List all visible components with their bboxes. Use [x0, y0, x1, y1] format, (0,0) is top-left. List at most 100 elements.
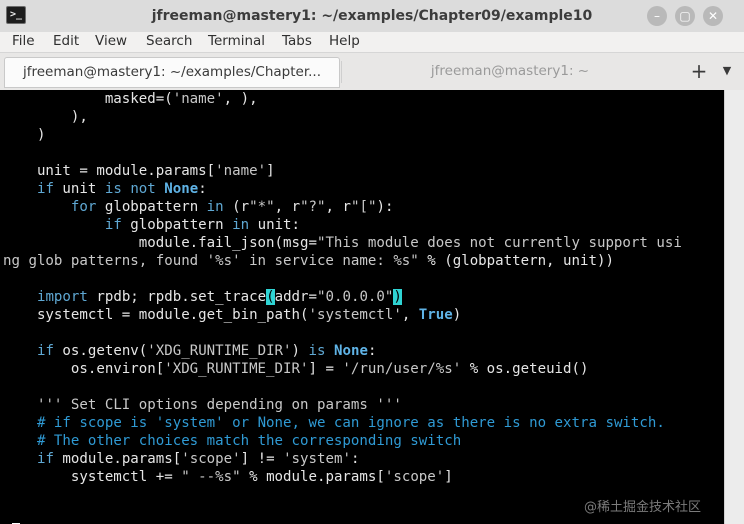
code-token: % os.geteuid() [461, 361, 589, 377]
close-icon[interactable]: ✕ [703, 6, 723, 26]
terminal-line: if globpattern in unit: [3, 217, 300, 233]
code-token: ) [452, 307, 462, 323]
code-token: True [418, 307, 453, 323]
code-token: if [104, 217, 122, 233]
tab-divider [341, 61, 342, 83]
code-token: "This module does not currently support … [316, 235, 682, 251]
code-token: if [36, 343, 54, 359]
code-token: 'XDG_RUNTIME_DIR' [164, 361, 309, 377]
code-token: in [206, 199, 224, 215]
code-token: 'name' [172, 91, 224, 107]
terminal-line: ), [3, 109, 88, 125]
terminal-line: ''' Set CLI options depending on params … [3, 397, 402, 413]
code-token: ] = [308, 361, 343, 377]
code-token: 'system' [283, 451, 351, 467]
terminal-line: systemctl = module.get_bin_path('systemc… [3, 307, 461, 323]
code-token: 'XDG_RUNTIME_DIR' [147, 343, 292, 359]
code-token: masked=( [3, 91, 173, 107]
code-token: is [308, 343, 326, 359]
watermark-text: @稀土掘金技术社区 [584, 500, 702, 515]
code-token: ] [444, 469, 453, 485]
tab-active[interactable]: jfreeman@mastery1: ~/examples/Chapter... [4, 57, 340, 88]
code-token: ''' Set CLI options depending on params … [36, 397, 402, 413]
title-bar[interactable]: >_ jfreeman@mastery1: ~/examples/Chapter… [0, 0, 744, 33]
code-token: globpattern [121, 217, 233, 233]
terminal-line: if os.getenv('XDG_RUNTIME_DIR') is None: [3, 343, 377, 359]
code-token: for [70, 199, 97, 215]
terminal-line: # The other choices match the correspond… [3, 433, 461, 449]
chevron-down-icon[interactable]: ▼ [716, 59, 738, 83]
code-token: 'scope' [384, 469, 445, 485]
minimize-icon[interactable]: – [647, 6, 667, 26]
terminal-scrollbar[interactable] [724, 90, 744, 524]
code-token: "[" [351, 199, 377, 215]
code-token: ng glob patterns, found '%s' in service … [3, 253, 419, 269]
code-token: "?" [300, 199, 326, 215]
code-token: ) [291, 343, 309, 359]
code-token: ] != [240, 451, 284, 467]
menu-help[interactable]: Help [329, 33, 360, 49]
code-token: globpattern [96, 199, 207, 215]
code-token: os.environ[ [3, 361, 165, 377]
terminal-line: masked=('name', ), [3, 91, 258, 107]
tab-bar: jfreeman@mastery1: ~/examples/Chapter...… [0, 52, 744, 91]
code-token: os.getenv( [53, 343, 148, 359]
menu-file[interactable]: File [12, 33, 35, 49]
code-token: None [334, 343, 368, 359]
code-token: None [164, 181, 199, 197]
menu-bar: File Edit View Search Terminal Tabs Help [0, 32, 744, 52]
code-token: % (globpattern, unit)) [418, 253, 614, 269]
code-token: systemctl += [3, 469, 182, 485]
code-token: unit: [249, 217, 301, 233]
new-tab-button[interactable]: + [688, 59, 710, 83]
code-token: 'scope' [181, 451, 241, 467]
code-token: is not [104, 181, 156, 197]
code-token: addr= [274, 289, 318, 305]
code-token: 'systemctl' [308, 307, 402, 323]
menu-tabs[interactable]: Tabs [282, 33, 312, 49]
menu-edit[interactable]: Edit [53, 33, 79, 49]
terminal-window: >_ jfreeman@mastery1: ~/examples/Chapter… [0, 0, 744, 524]
terminal-line: for globpattern in (r"*", r"?", r"["): [3, 199, 394, 215]
code-token: ( [266, 289, 275, 305]
code-token: unit [53, 181, 105, 197]
terminal-line: import rpdb; rpdb.set_trace(addr="0.0.0.… [3, 289, 402, 305]
code-token: module.fail_json(msg= [3, 235, 317, 251]
code-token: ) [393, 289, 402, 305]
terminal-line: unit = module.params['name'] [3, 163, 275, 179]
code-token: : [350, 451, 360, 467]
terminal-line: if module.params['scope'] != 'system': [3, 451, 360, 467]
code-token: ): [376, 199, 394, 215]
code-token: import [36, 289, 88, 305]
terminal-line: ng glob patterns, found '%s' in service … [3, 253, 614, 269]
code-token: : [198, 181, 207, 197]
code-token: 'name' [215, 163, 267, 179]
terminal-line: ) [3, 127, 46, 143]
code-token: "0.0.0.0" [317, 289, 394, 305]
terminal-line: module.fail_json(msg="This module does n… [3, 235, 682, 251]
terminal-line: systemctl += " --%s" % module.params['sc… [3, 469, 453, 485]
code-token: (r [223, 199, 250, 215]
maximize-icon[interactable]: ▢ [675, 6, 695, 26]
code-token: % module.params[ [240, 469, 385, 485]
code-token: systemctl = module.get_bin_path( [3, 307, 309, 323]
code-token: ] [266, 163, 275, 179]
menu-search[interactable]: Search [146, 33, 192, 49]
code-token: if [36, 181, 54, 197]
menu-terminal[interactable]: Terminal [208, 33, 265, 49]
terminal-line: if unit is not None: [3, 181, 207, 197]
terminal-line: # if scope is 'system' or None, we can i… [3, 415, 665, 431]
terminal-viewport[interactable]: masked=('name', ), ), ) unit = module.pa… [0, 90, 724, 524]
tab-inactive[interactable]: jfreeman@mastery1: ~ [343, 57, 677, 86]
code-token: rpdb; rpdb.set_trace [87, 289, 267, 305]
menu-view[interactable]: View [95, 33, 127, 49]
code-token: module.params[ [53, 451, 182, 467]
